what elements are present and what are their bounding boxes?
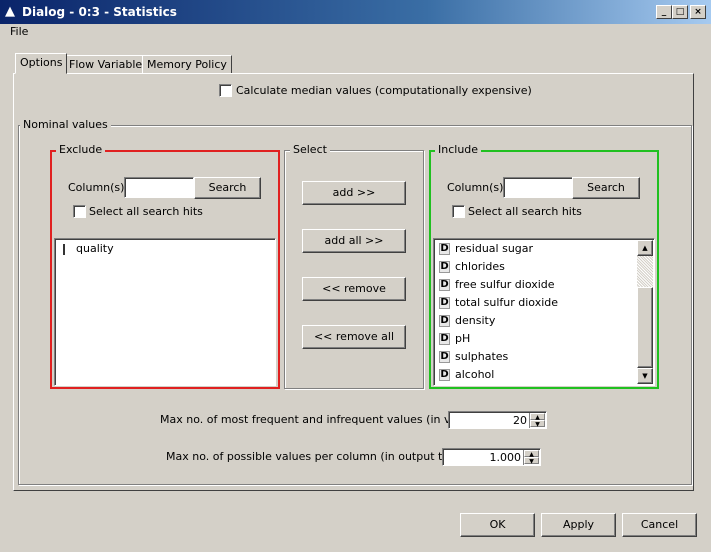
apply-button[interactable]: Apply [541, 513, 616, 537]
double-type-icon: D [439, 369, 450, 381]
double-type-icon: D [439, 351, 450, 363]
double-type-icon: D [439, 297, 450, 309]
include-column-label: Column(s): [447, 181, 508, 194]
ok-button[interactable]: OK [460, 513, 535, 537]
item-label: alcohol [455, 368, 495, 381]
item-label: quality [76, 242, 114, 255]
max-freq-value: 20 [513, 414, 527, 427]
remove-button[interactable]: << remove [302, 277, 406, 301]
select-title: Select [290, 144, 330, 156]
max-freq-spinner[interactable]: 20 ▲ ▼ [448, 411, 547, 429]
item-label: chlorides [455, 260, 505, 273]
menu-file[interactable]: File [10, 25, 28, 39]
exclude-title: Exclude [56, 144, 106, 156]
exclude-select-all-checkbox[interactable] [73, 205, 86, 218]
include-title: Include [435, 144, 482, 156]
double-type-icon: D [439, 315, 450, 327]
spin-up-icon[interactable]: ▲ [530, 413, 545, 421]
minimize-button[interactable]: _ [656, 5, 672, 19]
list-item[interactable]: DpH [434, 330, 654, 348]
max-possible-spinner[interactable]: 1.000 ▲ ▼ [442, 448, 541, 466]
double-type-icon: D [439, 333, 450, 345]
exclude-search-button[interactable]: Search [194, 177, 261, 199]
add-button[interactable]: add >> [302, 181, 406, 205]
double-type-icon: D [439, 261, 450, 273]
exclude-list[interactable]: quality [54, 238, 276, 386]
title-bar: Dialog - 0:3 - Statistics [0, 0, 711, 24]
nominal-values-title: Nominal values [20, 119, 111, 131]
list-item[interactable]: quality [55, 240, 275, 258]
item-label: residual sugar [455, 242, 534, 255]
spin-down-icon[interactable]: ▼ [530, 420, 545, 428]
tab-memory-policy[interactable]: Memory Policy [142, 55, 232, 74]
include-list[interactable]: Dresidual sugar Dchlorides Dfree sulfur di… [433, 238, 655, 386]
include-search-input[interactable] [503, 177, 573, 198]
list-item[interactable]: Dresidual sugar [434, 240, 654, 258]
include-select-all-checkbox[interactable] [452, 205, 465, 218]
max-freq-label: Max no. of most frequent and infrequent … [160, 413, 478, 426]
tab-options[interactable]: Options [15, 53, 68, 74]
item-label: sulphates [455, 350, 509, 363]
window-title: Dialog - 0:3 - Statistics [22, 5, 177, 19]
median-label: Calculate median values (computationally… [236, 84, 532, 97]
item-label: density [455, 314, 496, 327]
spin-up-icon[interactable]: ▲ [524, 450, 539, 458]
cancel-button[interactable]: Cancel [622, 513, 697, 537]
median-checkbox[interactable] [219, 84, 232, 97]
list-item[interactable]: Dfree sulfur dioxide [434, 276, 654, 294]
remove-all-button[interactable]: << remove all [302, 325, 406, 349]
close-button[interactable]: × [690, 5, 706, 19]
spin-down-icon[interactable]: ▼ [524, 457, 539, 465]
max-possible-label: Max no. of possible values per column (i… [166, 450, 474, 463]
list-item[interactable]: Dsulphates [434, 348, 654, 366]
exclude-search-input[interactable] [124, 177, 194, 198]
scrollbar-thumb[interactable] [637, 287, 653, 368]
scroll-up-button[interactable]: ▲ [637, 240, 653, 256]
integer-type-icon [63, 244, 65, 255]
item-label: free sulfur dioxide [455, 278, 555, 291]
app-logo-icon: ▲ [5, 4, 15, 19]
tab-flow-variables[interactable]: Flow Variables [64, 55, 153, 74]
double-type-icon: D [439, 243, 450, 255]
exclude-column-label: Column(s): [68, 181, 129, 194]
exclude-select-all-label: Select all search hits [89, 205, 203, 218]
scroll-down-button[interactable]: ▼ [637, 368, 653, 384]
list-item[interactable]: Ddensity [434, 312, 654, 330]
list-item[interactable]: Dchlorides [434, 258, 654, 276]
list-item[interactable]: Dtotal sulfur dioxide [434, 294, 654, 312]
list-item[interactable]: Dalcohol [434, 366, 654, 384]
double-type-icon: D [439, 279, 450, 291]
include-search-button[interactable]: Search [572, 177, 640, 199]
add-all-button[interactable]: add all >> [302, 229, 406, 253]
item-label: pH [455, 332, 471, 345]
include-select-all-label: Select all search hits [468, 205, 582, 218]
max-possible-value: 1.000 [489, 451, 522, 464]
maximize-button[interactable]: □ [672, 5, 688, 19]
item-label: total sulfur dioxide [455, 296, 559, 309]
